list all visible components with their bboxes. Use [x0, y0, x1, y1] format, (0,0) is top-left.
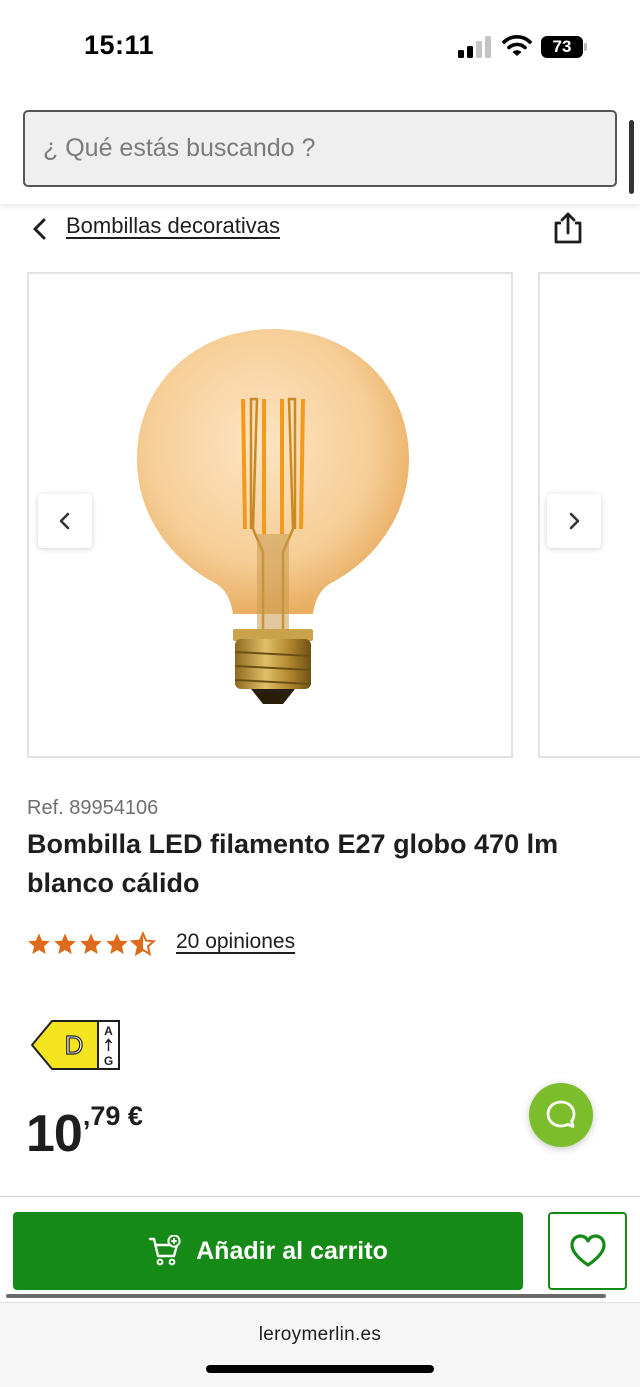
battery-level: 73 [541, 36, 583, 58]
cellular-signal-icon [458, 36, 491, 58]
share-icon[interactable] [552, 211, 584, 245]
product-image-carousel[interactable] [0, 272, 640, 760]
chevron-left-icon[interactable] [28, 215, 52, 243]
heart-icon [569, 1234, 606, 1267]
star-rating-icon [28, 932, 155, 955]
vertical-scroll-indicator [629, 120, 634, 194]
add-to-cart-button[interactable]: Añadir al carrito [13, 1212, 523, 1290]
home-indicator [206, 1365, 434, 1373]
breadcrumb-link[interactable]: Bombillas decorativas [66, 213, 280, 239]
battery-cap [584, 43, 587, 51]
wifi-icon [502, 35, 532, 56]
url-text[interactable]: leroymerlin.es [0, 1324, 640, 1346]
bulb-illustration [137, 329, 409, 704]
status-bar: 15:11 73 [0, 0, 640, 96]
energy-scale-bottom: G [104, 1054, 113, 1068]
status-time: 15:11 [84, 30, 155, 60]
price-decimal: ,79 € [82, 1101, 143, 1131]
cart-add-icon [148, 1235, 181, 1266]
search-input[interactable] [23, 110, 617, 187]
battery-indicator: 73 [541, 36, 587, 58]
product-title: Bombilla LED filamento E27 globo 470 lm … [27, 829, 559, 898]
carousel-next-button[interactable] [547, 494, 601, 548]
energy-class: D [65, 1030, 84, 1060]
search-bar [0, 96, 640, 204]
chat-button[interactable] [529, 1083, 593, 1147]
horizontal-scroll-indicator [6, 1294, 606, 1298]
browser-url-bar[interactable]: leroymerlin.es [0, 1302, 640, 1387]
chevron-left-icon [59, 512, 70, 530]
wishlist-button[interactable] [548, 1212, 627, 1290]
chevron-right-icon [569, 512, 580, 530]
energy-label[interactable]: D A G [30, 1018, 122, 1072]
product-reference: Ref. 89954106 [27, 797, 159, 819]
energy-scale-top: A [104, 1024, 113, 1038]
breadcrumb: Bombillas decorativas [28, 208, 612, 250]
product-price: 10,79 € [26, 1101, 143, 1174]
product-image[interactable] [27, 272, 513, 758]
reviews-link[interactable]: 20 opiniones [176, 930, 295, 954]
carousel-prev-button[interactable] [38, 494, 92, 548]
purchase-action-bar: Añadir al carrito [0, 1196, 640, 1302]
chat-bubble-icon [546, 1100, 576, 1128]
add-to-cart-label: Añadir al carrito [196, 1236, 388, 1265]
price-integer: 10 [26, 1105, 83, 1163]
